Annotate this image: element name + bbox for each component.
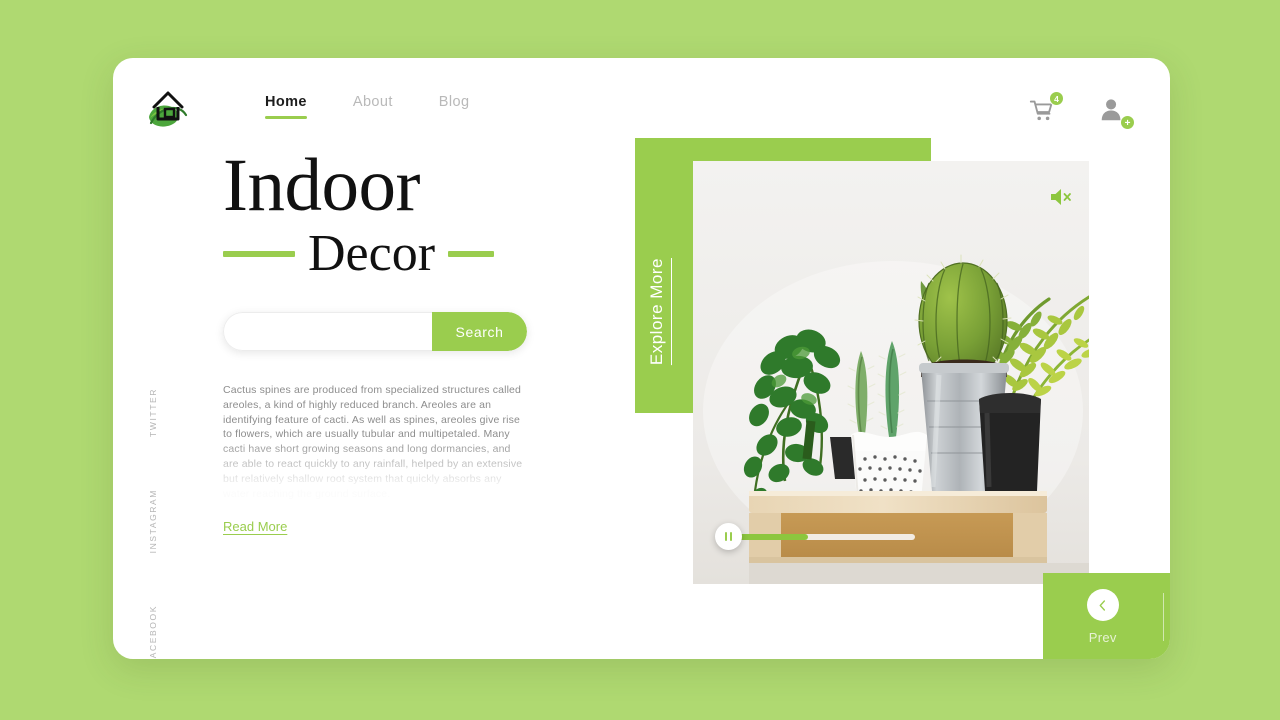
prev-button[interactable]: Prev <box>1043 589 1163 645</box>
showcase-photo <box>693 161 1089 584</box>
social-link-facebook[interactable]: FACEBOOK <box>148 605 158 659</box>
pause-button[interactable] <box>715 523 742 550</box>
explore-more-link[interactable]: Explore More <box>647 258 667 365</box>
title-dash-right <box>448 251 495 257</box>
hero-content: Indoor Decor Search Cactus spines are pr… <box>223 148 563 536</box>
speaker-muted-icon[interactable] <box>1049 186 1073 208</box>
chevron-left-icon <box>1086 589 1119 621</box>
social-link-instagram[interactable]: INSTAGRAM <box>148 489 158 553</box>
media-progress <box>715 523 915 550</box>
read-more-link[interactable]: Read More <box>223 519 287 534</box>
nav-item-blog[interactable]: Blog <box>439 94 470 119</box>
carousel-controls: Prev Next <box>1043 573 1170 659</box>
prev-label: Prev <box>1088 630 1117 645</box>
account-badge-plus: + <box>1120 115 1135 130</box>
header-actions: 4 + <box>1028 91 1135 130</box>
main-card: Home About Blog 4 + Indoor Decor Search … <box>113 58 1170 659</box>
cart-button[interactable]: 4 <box>1028 91 1064 126</box>
hero-paragraph: Cactus spines are produced from speciali… <box>223 384 523 502</box>
main-navigation: Home About Blog <box>265 94 469 119</box>
social-link-twitter[interactable]: TWITTER <box>148 388 158 437</box>
cart-badge-count: 4 <box>1049 91 1064 106</box>
pause-icon-bar-left <box>724 532 728 541</box>
search-input[interactable] <box>223 312 432 351</box>
nav-item-about[interactable]: About <box>353 94 393 119</box>
search-button[interactable]: Search <box>432 312 527 351</box>
landing-page: Home About Blog 4 + Indoor Decor Search … <box>0 0 1280 720</box>
page-title-line2: Decor <box>308 225 436 282</box>
next-button[interactable]: Next <box>1164 589 1171 645</box>
title-dash-left <box>223 251 295 257</box>
house-leaf-logo[interactable] <box>141 85 191 133</box>
search-bar: Search <box>223 312 527 351</box>
nav-item-home[interactable]: Home <box>265 94 307 119</box>
progress-track[interactable] <box>736 533 915 540</box>
social-rail: TWITTER INSTAGRAM FACEBOOK <box>148 388 158 659</box>
page-title-line1: Indoor <box>223 144 420 227</box>
showcase: Explore More Prev <box>635 138 1170 659</box>
page-title-row2: Decor <box>223 226 563 282</box>
pause-icon-bar-right <box>729 532 733 541</box>
account-button[interactable]: + <box>1098 96 1135 130</box>
progress-fill <box>736 533 808 540</box>
